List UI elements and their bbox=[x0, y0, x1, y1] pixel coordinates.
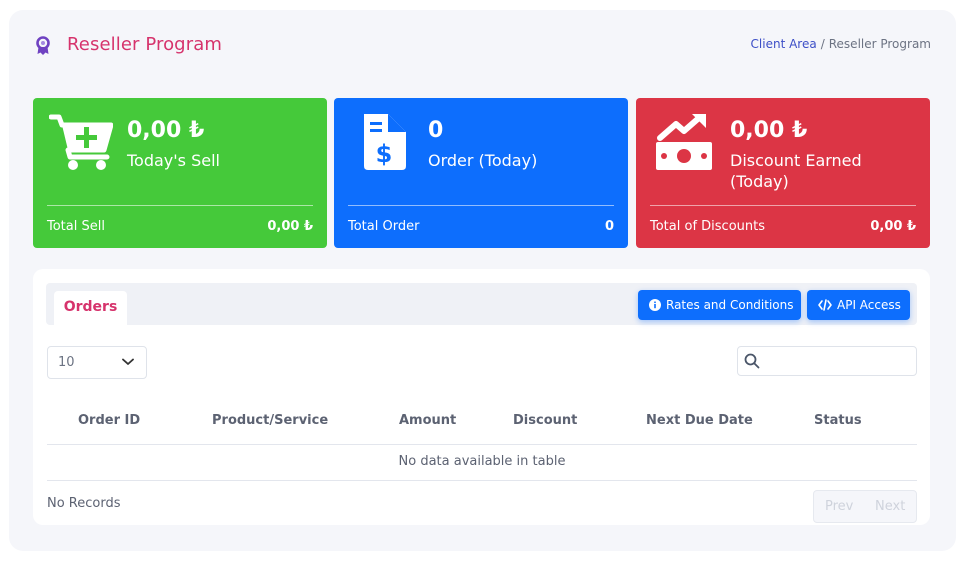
api-access-button[interactable]: API Access bbox=[807, 290, 910, 320]
rates-and-conditions-button[interactable]: Rates and Conditions bbox=[638, 290, 801, 320]
total-sell-value: 0,00 ₺ bbox=[267, 219, 313, 234]
cart-plus-icon bbox=[49, 114, 113, 170]
todays-sell-label: Today's Sell bbox=[127, 151, 220, 170]
page-header: Reseller Program Client Area / Reseller Pr… bbox=[9, 10, 956, 80]
next-page-button[interactable]: Next bbox=[875, 491, 905, 522]
column-next-due-date[interactable]: Next Due Date bbox=[646, 413, 753, 428]
breadcrumb-current: Reseller Program bbox=[828, 37, 931, 51]
breadcrumb: Client Area / Reseller Program bbox=[751, 37, 931, 51]
info-circle-icon bbox=[649, 298, 661, 311]
breadcrumb-separator: / bbox=[820, 37, 825, 51]
discount-earned-card: 0,00 ₺ Discount Earned (Today) Total of … bbox=[636, 98, 930, 248]
award-icon bbox=[36, 36, 50, 55]
total-order-value: 0 bbox=[604, 219, 614, 234]
money-trend-icon bbox=[656, 114, 712, 170]
card-divider bbox=[47, 205, 313, 206]
todays-sell-amount: 0,00 ₺ bbox=[127, 118, 205, 143]
orders-table: Order ID Product/Service Amount Discount… bbox=[47, 399, 917, 481]
page-title: Reseller Program bbox=[67, 34, 222, 55]
column-status[interactable]: Status bbox=[814, 413, 862, 428]
total-order-label: Total Order bbox=[348, 219, 420, 234]
total-discounts-value: 0,00 ₺ bbox=[870, 219, 916, 234]
search-input[interactable] bbox=[764, 349, 912, 373]
chevron-down-icon bbox=[122, 358, 134, 365]
api-button-label: API Access bbox=[837, 298, 901, 312]
card-divider bbox=[348, 205, 614, 206]
search-icon bbox=[744, 353, 760, 369]
tab-orders[interactable]: Orders bbox=[54, 291, 127, 325]
total-sell-label: Total Sell bbox=[47, 219, 105, 234]
discount-earned-label: Discount Earned (Today) bbox=[730, 151, 862, 191]
column-amount[interactable]: Amount bbox=[399, 413, 456, 428]
table-header: Order ID Product/Service Amount Discount… bbox=[47, 399, 917, 445]
card-divider bbox=[650, 205, 916, 206]
page-length-value: 10 bbox=[58, 355, 75, 370]
records-info: No Records bbox=[47, 496, 121, 511]
order-today-card: $ 0 Order (Today) Total Order 0 bbox=[334, 98, 628, 248]
todays-sell-card: 0,00 ₺ Today's Sell Total Sell 0,00 ₺ bbox=[33, 98, 327, 248]
prev-page-button[interactable]: Prev bbox=[825, 491, 853, 522]
order-today-amount: 0 bbox=[428, 118, 444, 143]
code-icon bbox=[818, 298, 832, 311]
svg-text:$: $ bbox=[376, 140, 393, 168]
empty-table-row: No data available in table bbox=[47, 445, 917, 481]
order-today-label: Order (Today) bbox=[428, 151, 538, 170]
pagination: Prev Next bbox=[813, 490, 917, 523]
page-container: Reseller Program Client Area / Reseller Pr… bbox=[9, 10, 956, 551]
rates-button-label: Rates and Conditions bbox=[666, 298, 794, 312]
page-length-select[interactable]: 10 bbox=[47, 346, 147, 379]
invoice-dollar-icon: $ bbox=[364, 114, 406, 170]
column-order-id[interactable]: Order ID bbox=[78, 413, 140, 428]
orders-panel: Orders Rates and Conditions API Access 1… bbox=[33, 269, 930, 525]
column-product-service[interactable]: Product/Service bbox=[212, 413, 328, 428]
column-discount[interactable]: Discount bbox=[513, 413, 577, 428]
tab-bar: Orders Rates and Conditions API Access bbox=[46, 283, 917, 325]
total-discounts-label: Total of Discounts bbox=[650, 219, 766, 234]
breadcrumb-client-area[interactable]: Client Area bbox=[751, 37, 817, 51]
discount-earned-amount: 0,00 ₺ bbox=[730, 118, 808, 143]
search-box[interactable] bbox=[737, 346, 917, 376]
